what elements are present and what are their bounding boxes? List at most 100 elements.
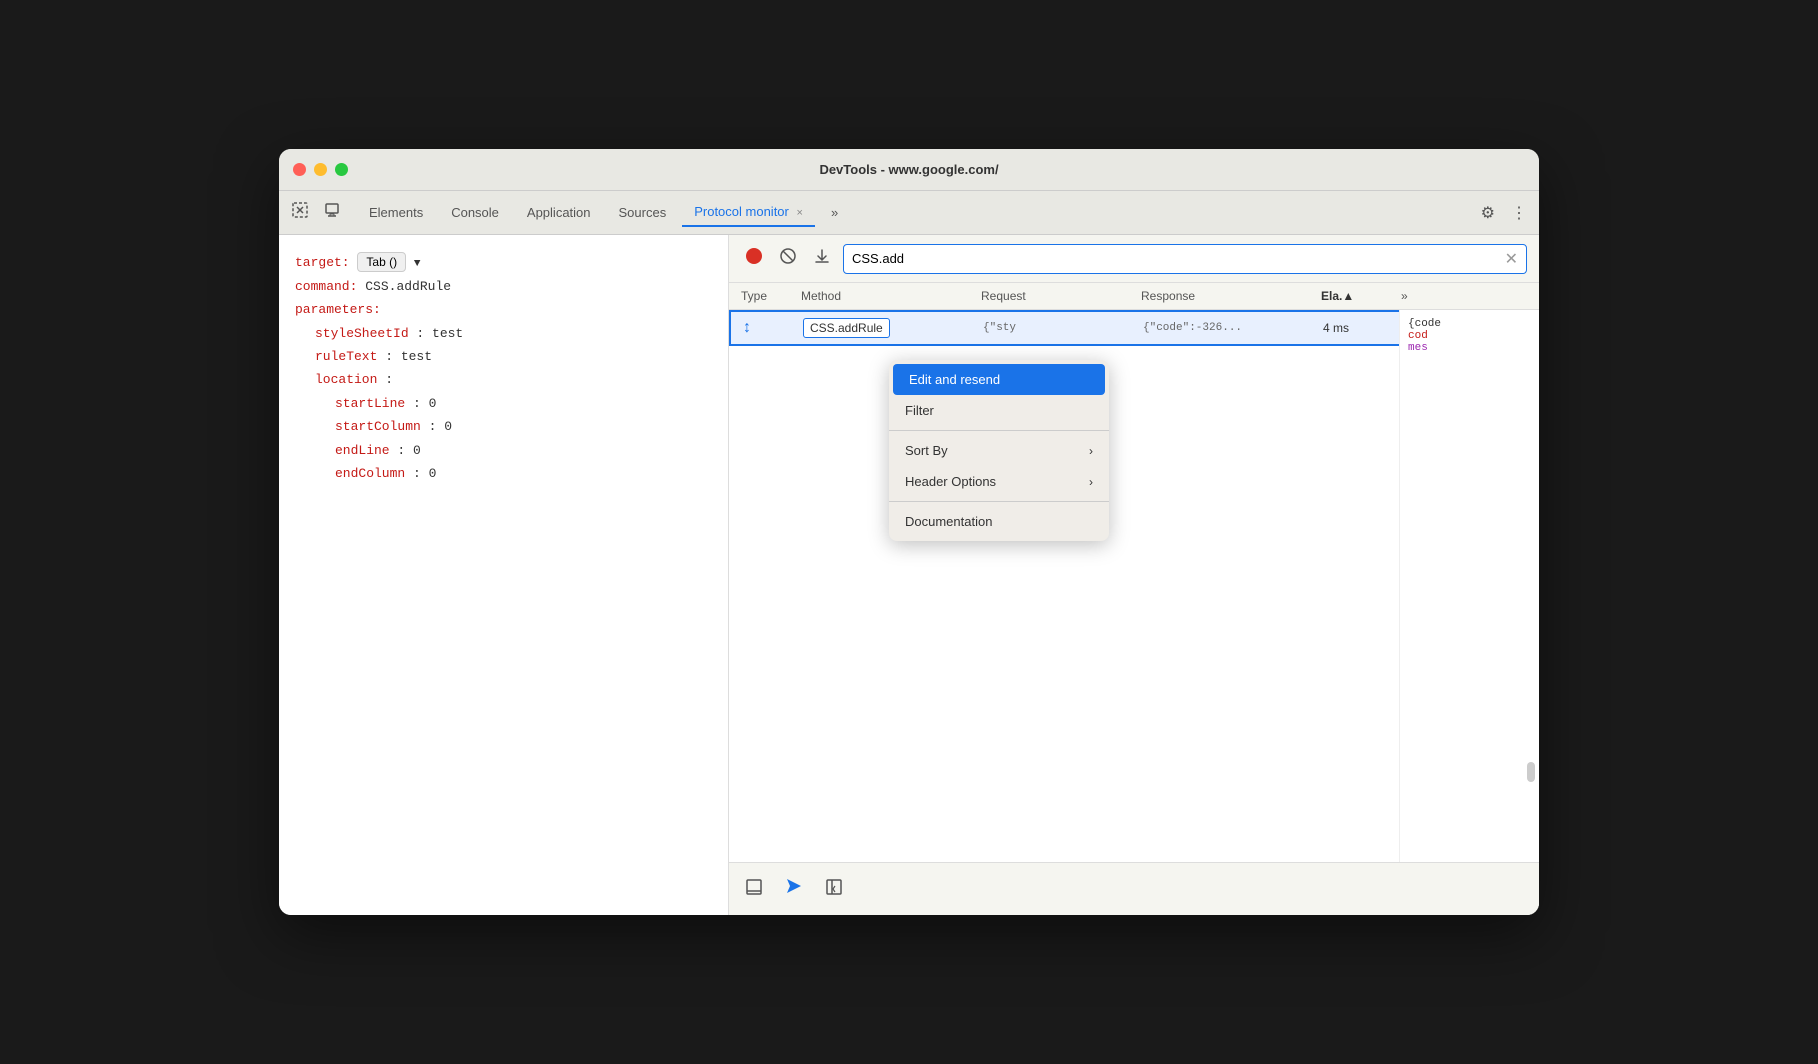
table-body: ↕ CSS.addRule {"sty {"code":-326... 4 ms (729, 310, 1539, 862)
tab-elements[interactable]: Elements (357, 199, 435, 226)
method-value: CSS.addRule (803, 318, 890, 338)
endline-line: endLine : 0 (295, 439, 712, 462)
titlebar-buttons (293, 163, 348, 176)
tab-icon-group (287, 197, 345, 228)
command-value: CSS.addRule (365, 275, 451, 298)
command-line: command: CSS.addRule (295, 275, 712, 298)
clear-search-button[interactable]: ✕ (1505, 249, 1518, 269)
collapse-left-button[interactable] (821, 874, 847, 905)
target-dropdown-icon[interactable]: ▼ (414, 258, 421, 270)
window-title: DevTools - www.google.com/ (819, 162, 998, 177)
maximize-button[interactable] (335, 163, 348, 176)
target-value: Tab () ▼ (357, 251, 420, 275)
collapse-left-icon (825, 878, 843, 896)
tab-application[interactable]: Application (515, 199, 603, 226)
settings-button[interactable]: ⚙ (1477, 199, 1499, 227)
startcolumn-colon: : (421, 415, 444, 438)
startline-label: startLine (335, 392, 405, 415)
endline-label: endLine (335, 439, 390, 462)
block-icon (779, 247, 797, 265)
startcolumn-label: startColumn (335, 415, 421, 438)
menu-item-filter[interactable]: Filter (889, 395, 1109, 426)
target-tab-button[interactable]: Tab () (357, 252, 406, 272)
panel-toggle-button[interactable] (741, 874, 767, 905)
scrollbar[interactable] (1527, 582, 1535, 782)
stylesheet-id-value: test (432, 322, 463, 345)
ruletext-value: test (401, 345, 432, 368)
command-label: command: (295, 275, 357, 298)
scrollbar-thumb (1527, 762, 1535, 782)
device-icon-button[interactable] (319, 197, 345, 228)
col-elapsed: Ela.▲ (1321, 289, 1401, 303)
parameters-label: parameters: (295, 298, 381, 321)
menu-divider-1 (889, 430, 1109, 431)
tabs-bar: Elements Console Application Sources Pro… (279, 191, 1539, 235)
tab-sources[interactable]: Sources (607, 199, 679, 226)
minimize-button[interactable] (314, 163, 327, 176)
bottom-bar (729, 862, 1539, 915)
search-input[interactable] (852, 251, 1499, 266)
titlebar: DevTools - www.google.com/ (279, 149, 1539, 191)
header-options-chevron-icon: › (1089, 475, 1093, 489)
stylesheet-line: styleSheetId : test (295, 322, 712, 345)
ruletext-line: ruleText : test (295, 345, 712, 368)
arrows-updown-icon: ↕ (743, 319, 751, 337)
startcolumn-value: 0 (444, 415, 452, 438)
response-cell: {"code":-326... (1143, 318, 1323, 338)
right-code-value: {code (1408, 318, 1531, 330)
location-label: location (315, 368, 377, 391)
ruletext-colon: : (377, 345, 400, 368)
stylesheet-id-label: styleSheetId (315, 322, 409, 345)
send-button[interactable] (779, 871, 809, 907)
request-cell: {"sty (983, 318, 1143, 338)
endline-value: 0 (413, 439, 421, 462)
main-layout: target: Tab () ▼ command: CSS.addRule pa… (279, 235, 1539, 915)
startline-colon: : (405, 392, 428, 415)
parameters-line: parameters: (295, 298, 712, 321)
menu-item-edit-resend[interactable]: Edit and resend (893, 364, 1105, 395)
elapsed-cell: 4 ms (1323, 318, 1403, 338)
target-line: target: Tab () ▼ (295, 251, 712, 275)
method-cell: CSS.addRule (803, 318, 983, 338)
tab-console[interactable]: Console (439, 199, 511, 226)
more-menu-button[interactable]: ⋮ (1507, 199, 1531, 227)
context-menu: Edit and resend Filter Sort By › Header … (889, 360, 1109, 541)
tab-overflow[interactable]: » (819, 199, 850, 226)
startline-value: 0 (429, 392, 437, 415)
ruletext-label: ruleText (315, 345, 377, 368)
type-cell: ↕ (743, 318, 803, 338)
right-mes-value: mes (1408, 342, 1531, 354)
inspect-icon (291, 201, 309, 219)
location-line: location : (295, 368, 712, 391)
right-panel: ✕ Type Method Request Response Ela.▲ (729, 235, 1539, 915)
tabs-right-controls: ⚙ ⋮ (1477, 199, 1531, 227)
endcolumn-line: endColumn : 0 (295, 462, 712, 485)
tab-protocol-monitor[interactable]: Protocol monitor × (682, 198, 815, 227)
inspect-icon-button[interactable] (287, 197, 313, 228)
menu-item-header-options[interactable]: Header Options › (889, 466, 1109, 497)
endline-colon: : (390, 439, 413, 462)
download-button[interactable] (809, 243, 835, 274)
tab-close-icon[interactable]: × (797, 207, 803, 219)
right-column-panel: {code cod mes (1399, 310, 1539, 862)
sort-by-chevron-icon: › (1089, 444, 1093, 458)
close-button[interactable] (293, 163, 306, 176)
left-panel: target: Tab () ▼ command: CSS.addRule pa… (279, 235, 729, 915)
panel-icon (745, 878, 763, 896)
stop-icon (745, 247, 763, 265)
stop-recording-button[interactable] (741, 243, 767, 274)
menu-item-documentation[interactable]: Documentation (889, 506, 1109, 537)
col-request: Request (981, 289, 1141, 303)
endcolumn-label: endColumn (335, 462, 405, 485)
response-value: {"code":-326... (1143, 322, 1242, 334)
menu-item-sort-by[interactable]: Sort By › (889, 435, 1109, 466)
col-overflow: » (1401, 289, 1431, 303)
location-colon: : (377, 368, 393, 391)
endcolumn-colon: : (405, 462, 428, 485)
col-type: Type (741, 289, 801, 303)
download-icon (813, 247, 831, 265)
table-header: Type Method Request Response Ela.▲ » (729, 283, 1539, 310)
block-button[interactable] (775, 243, 801, 274)
target-label: target: (295, 251, 350, 274)
right-cod-value: cod (1408, 330, 1531, 342)
